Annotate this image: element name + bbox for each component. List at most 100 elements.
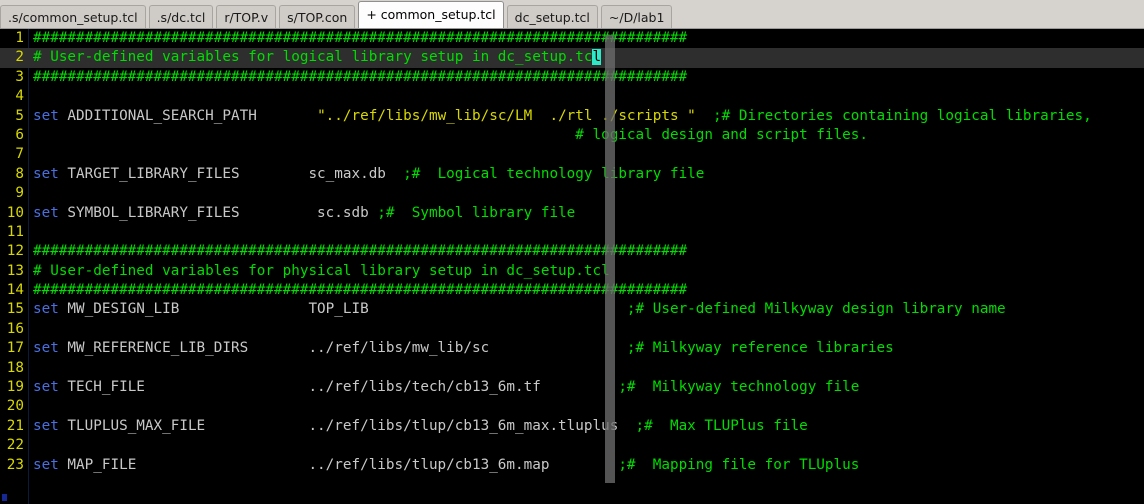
code-token: MAP_FILE ../ref/libs/tlup/cb13_6m.map xyxy=(58,456,602,473)
line-number: 6 xyxy=(15,126,24,143)
code-line[interactable]: 15 set MW_DESIGN_LIB TOP_LIB ;# User-defi… xyxy=(0,300,1144,319)
line-number: 18 xyxy=(6,359,24,376)
code-token: ########################################… xyxy=(33,282,688,299)
code-line-text: ########################################… xyxy=(33,29,687,48)
code-line-text: set TARGET_LIBRARY_FILES sc_max.db ;# Lo… xyxy=(33,165,704,184)
status-indicator-dot xyxy=(2,494,7,501)
code-token: ########################################… xyxy=(33,243,688,260)
line-number: 10 xyxy=(6,204,24,221)
code-token: # User-defined variables for physical li… xyxy=(33,262,610,279)
code-line-text: # logical design and script files. xyxy=(33,126,868,145)
code-line[interactable]: 23 set MAP_FILE ../ref/libs/tlup/cb13_6m.… xyxy=(0,456,1144,475)
line-number: 14 xyxy=(6,282,24,299)
code-token: ;# User-defined Milkyway design library … xyxy=(601,301,1006,318)
line-number: 5 xyxy=(15,107,24,124)
code-line[interactable]: 4 xyxy=(0,87,1144,106)
code-token: TARGET_LIBRARY_FILES sc_max.db xyxy=(58,165,386,182)
code-line-text: set ADDITIONAL_SEARCH_PATH "../ref/libs/… xyxy=(33,107,1092,126)
line-number: 12 xyxy=(6,243,24,260)
code-token: set xyxy=(33,340,59,357)
code-token: ;# Directories containing logical librar… xyxy=(695,107,1092,124)
code-line-text: set MAP_FILE ../ref/libs/tlup/cb13_6m.ma… xyxy=(33,456,859,475)
code-token: ########################################… xyxy=(33,68,688,85)
code-token: TECH_FILE ../ref/libs/tech/cb13_6m.tf xyxy=(58,379,602,396)
code-editor-pane[interactable]: 1 #######################################… xyxy=(0,29,1144,504)
code-line[interactable]: 7 xyxy=(0,145,1144,164)
code-line-text: set TECH_FILE ../ref/libs/tech/cb13_6m.t… xyxy=(33,378,859,397)
code-token: set xyxy=(33,456,59,473)
line-number: 2 xyxy=(15,49,24,66)
code-token: set xyxy=(33,417,59,434)
code-line[interactable]: 8 set TARGET_LIBRARY_FILES sc_max.db ;# L… xyxy=(0,165,1144,184)
code-line[interactable]: 16 xyxy=(0,320,1144,339)
code-token: TLUPLUS_MAX_FILE ../ref/libs/tlup/cb13_6… xyxy=(58,417,619,434)
code-line-text: # User-defined variables for logical lib… xyxy=(33,48,602,67)
code-lines-container[interactable]: 1 #######################################… xyxy=(0,29,1144,504)
line-number: 3 xyxy=(15,68,24,85)
code-token: ADDITIONAL_SEARCH_PATH xyxy=(58,107,318,124)
code-token: # User-defined variables for logical lib… xyxy=(33,49,593,66)
editor-tab[interactable]: .s/dc.tcl xyxy=(148,5,214,28)
vertical-scrollbar[interactable] xyxy=(605,35,615,483)
line-number: 22 xyxy=(6,437,24,454)
code-token: set xyxy=(33,165,59,182)
code-line[interactable]: 5 set ADDITIONAL_SEARCH_PATH "../ref/libs… xyxy=(0,107,1144,126)
line-number: 15 xyxy=(6,301,24,318)
line-number: 19 xyxy=(6,379,24,396)
code-line[interactable]: 19 set TECH_FILE ../ref/libs/tech/cb13_6m… xyxy=(0,378,1144,397)
code-line[interactable]: 21 set TLUPLUS_MAX_FILE ../ref/libs/tlup/… xyxy=(0,417,1144,436)
code-line[interactable]: 1 #######################################… xyxy=(0,29,1144,48)
code-token: ;# Symbol library file xyxy=(368,204,576,221)
line-number: 20 xyxy=(6,398,24,415)
code-line[interactable]: 6 # logical design and script files. xyxy=(0,126,1144,145)
code-line[interactable]: 17 set MW_REFERENCE_LIB_DIRS ../ref/libs/… xyxy=(0,339,1144,358)
code-line-text: set MW_DESIGN_LIB TOP_LIB ;# User-define… xyxy=(33,300,1006,319)
code-line[interactable]: 14 ######################################… xyxy=(0,281,1144,300)
line-number: 16 xyxy=(6,320,24,337)
code-line[interactable]: 11 xyxy=(0,223,1144,242)
editor-tab[interactable]: s/TOP.con xyxy=(279,5,356,28)
editor-tab-active[interactable]: + common_setup.tcl xyxy=(358,1,504,28)
line-number: 8 xyxy=(15,165,24,182)
code-line[interactable]: 13 # User-defined variables for physical … xyxy=(0,262,1144,281)
code-line[interactable]: 12 ######################################… xyxy=(0,242,1144,261)
text-cursor: l xyxy=(592,49,602,66)
code-line-text: # User-defined variables for physical li… xyxy=(33,262,610,281)
editor-tab[interactable]: r/TOP.v xyxy=(216,5,277,28)
code-token: # logical design and script files. xyxy=(33,126,868,143)
code-token: "../ref/libs/mw_lib/sc/LM ./rtl ./script… xyxy=(317,107,696,124)
code-line[interactable]: 3 #######################################… xyxy=(0,68,1144,87)
code-token: MW_DESIGN_LIB TOP_LIB xyxy=(58,301,602,318)
code-line[interactable]: 22 xyxy=(0,436,1144,455)
code-line[interactable]: 10 set SYMBOL_LIBRARY_FILES sc.sdb ;# Sym… xyxy=(0,204,1144,223)
line-number: 9 xyxy=(15,185,24,202)
code-token: ########################################… xyxy=(33,30,688,46)
editor-tab-bar: .s/common_setup.tcl .s/dc.tcl r/TOP.v s/TOP… xyxy=(0,0,1144,29)
code-token: ;# Milkyway reference libraries xyxy=(592,340,894,357)
code-line-text: set TLUPLUS_MAX_FILE ../ref/libs/tlup/cb… xyxy=(33,417,808,436)
code-line-text: set MW_REFERENCE_LIB_DIRS ../ref/libs/mw… xyxy=(33,339,894,358)
line-number: 23 xyxy=(6,456,24,473)
code-token: set xyxy=(33,204,59,221)
line-number: 17 xyxy=(6,340,24,357)
code-line[interactable]: 9 xyxy=(0,184,1144,203)
code-line-text: ########################################… xyxy=(33,242,687,261)
code-line[interactable]: 2 # User-defined variables for logical li… xyxy=(0,48,1144,68)
code-token: MW_REFERENCE_LIB_DIRS ../ref/libs/mw_lib… xyxy=(58,340,593,357)
code-line-text: ########################################… xyxy=(33,281,687,300)
code-line[interactable]: 18 xyxy=(0,359,1144,378)
code-line-text: ########################################… xyxy=(33,68,687,87)
editor-tab[interactable]: ~/D/lab1 xyxy=(600,5,673,28)
editor-tab[interactable]: .s/common_setup.tcl xyxy=(0,5,146,28)
code-line-text: set SYMBOL_LIBRARY_FILES sc.sdb ;# Symbo… xyxy=(33,204,575,223)
code-line[interactable]: 20 xyxy=(0,397,1144,416)
line-number: 11 xyxy=(6,223,24,240)
code-token: SYMBOL_LIBRARY_FILES sc.sdb xyxy=(58,204,369,221)
code-token: ;# Max TLUPlus file xyxy=(618,417,808,434)
editor-tab[interactable]: dc_setup.tcl xyxy=(506,5,598,28)
line-number: 13 xyxy=(6,262,24,279)
line-number: 7 xyxy=(15,146,24,163)
code-token: set xyxy=(33,379,59,396)
code-token: ;# Milkyway technology file xyxy=(601,379,860,396)
code-token: ;# Mapping file for TLUplus xyxy=(601,456,860,473)
